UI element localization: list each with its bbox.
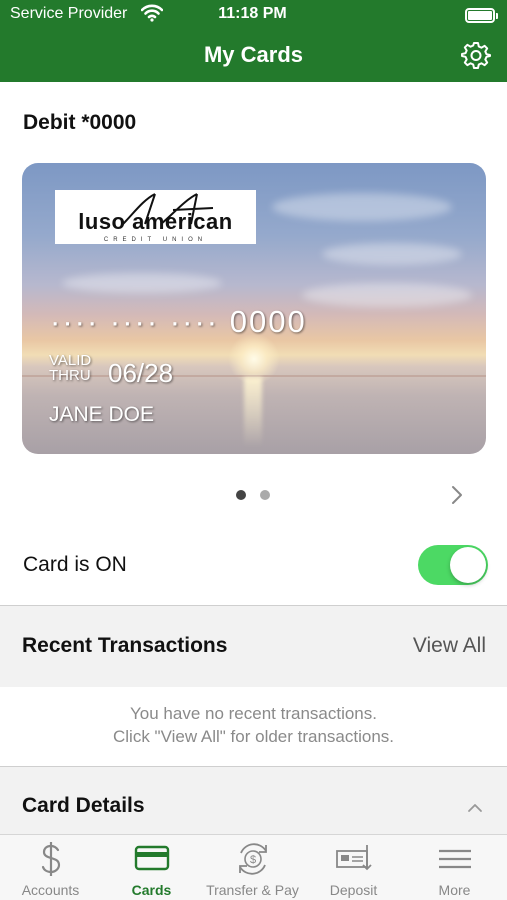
logo-subtext: CREDIT UNION [103,237,208,243]
card-expiry: 06/28 [108,358,174,388]
bottom-tab-bar: Accounts Cards $ Transfer & Pay Deposit … [0,834,507,900]
card-on-toggle[interactable] [418,545,488,585]
tab-transfer-pay[interactable]: $ Transfer & Pay [202,835,303,900]
tab-label: Deposit [329,882,378,898]
chevron-right-icon[interactable] [447,484,467,506]
tab-deposit[interactable]: Deposit [303,835,404,900]
carrier-name: Service Provider [10,5,128,22]
battery-icon [465,8,498,23]
page-title: My Cards [203,42,304,67]
menu-icon [435,841,475,877]
card-details-header[interactable]: Card Details [0,766,507,834]
valid-label: VALID [49,352,92,369]
valid-thru-label: VALID THRU [49,353,91,383]
transfer-icon: $ [233,841,273,877]
app-header: Service Provider 11:18 PM My Cards [0,0,507,82]
card-cloud [322,243,462,265]
tab-label: Cards [131,882,172,898]
card-number: ···· ···· ···· 0000 [50,304,307,339]
toggle-knob [450,547,486,583]
view-all-link[interactable]: View All [413,634,486,658]
empty-message-line: You have no recent transactions. [130,704,377,723]
recent-transactions-title: Recent Transactions [22,634,228,657]
pager-dot-active[interactable] [236,490,246,500]
card-cloud [62,273,222,293]
tab-label: More [438,882,471,898]
status-bar: Service Provider 11:18 PM [10,4,498,27]
dollar-icon [31,841,71,877]
deposit-check-icon [334,841,374,877]
tab-label: Accounts [21,882,80,898]
tab-more[interactable]: More [404,835,505,900]
tab-accounts[interactable]: Accounts [0,835,101,900]
tab-label: Transfer & Pay [206,882,299,898]
settings-gear-icon[interactable] [461,40,491,70]
recent-transactions-header: Recent Transactions View All [0,605,507,687]
svg-text:$: $ [249,854,255,866]
no-transactions-message: You have no recent transactions. Click "… [0,702,507,748]
credit-union-logo: luso american CREDIT UNION [55,190,256,244]
thru-label: THRU [49,367,91,384]
clock: 11:18 PM [218,5,287,22]
card-name-heading: Debit *0000 [23,111,137,134]
card-cloud [272,193,452,221]
chevron-up-icon[interactable] [467,801,483,813]
pager-dot[interactable] [260,490,270,500]
card-sun-reflection [244,377,262,447]
card-cloud [302,283,472,307]
card-status-label: Card is ON [23,553,127,576]
cardholder-name: JANE DOE [49,403,155,426]
wifi-icon [140,4,164,27]
empty-message-line: Click "View All" for older transactions. [112,727,395,746]
debit-card-image[interactable]: luso american CREDIT UNION ···· ···· ···… [22,163,486,454]
logo-text: luso american [78,209,233,234]
tab-cards[interactable]: Cards [101,835,202,900]
card-details-title: Card Details [22,794,145,817]
card-icon [132,841,172,877]
